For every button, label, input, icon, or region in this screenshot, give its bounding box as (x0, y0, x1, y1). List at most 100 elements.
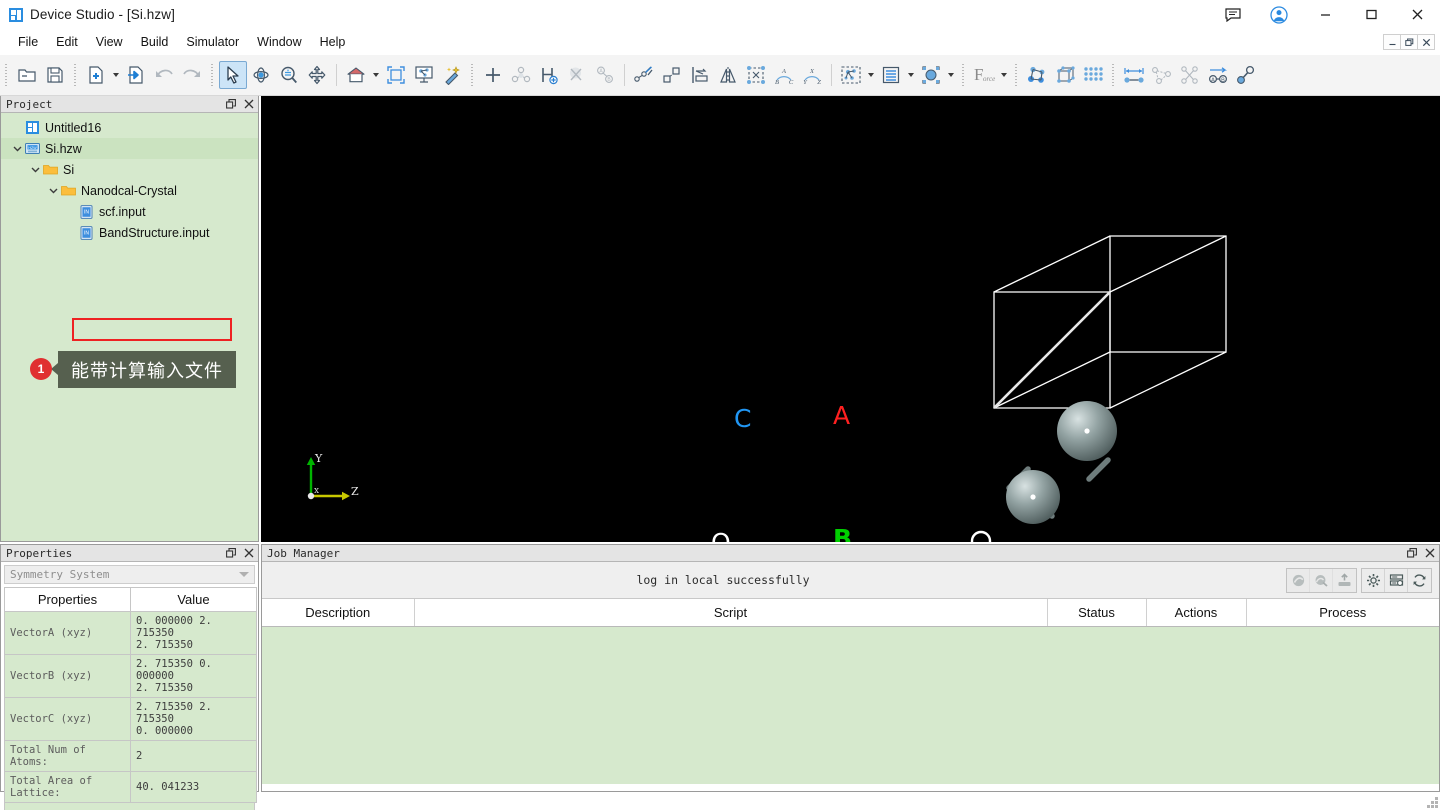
server-list-icon[interactable] (1385, 569, 1408, 592)
tree-item-bandstructure-input[interactable]: IN BandStructure.input (1, 222, 258, 243)
tree-item-si-hzw[interactable]: HZW Si.hzw (1, 138, 258, 159)
align-icon[interactable] (686, 61, 714, 89)
undo-icon[interactable] (150, 61, 178, 89)
disconnect-remote-icon[interactable] (1310, 569, 1333, 592)
toolbar-grip[interactable] (959, 62, 968, 88)
structure-viewport[interactable]: C A B O Y Z x (261, 96, 1440, 542)
select-arrow-icon[interactable] (219, 61, 247, 89)
measure-dihedral-icon[interactable] (1176, 61, 1204, 89)
feedback-icon[interactable] (1210, 0, 1256, 29)
menu-item-file[interactable]: File (9, 32, 47, 52)
tree-twisty[interactable] (9, 117, 25, 138)
toolbar-grip[interactable] (1012, 62, 1021, 88)
force-field-dropdown-arrow[interactable] (998, 61, 1010, 89)
close-icon[interactable] (243, 547, 255, 559)
translate-icon[interactable] (658, 61, 686, 89)
atom-style-dropdown-arrow[interactable] (945, 61, 957, 89)
tree-twisty[interactable] (9, 138, 25, 159)
zoom-view-icon[interactable] (275, 61, 303, 89)
close-button[interactable] (1394, 0, 1440, 29)
connect-remote-icon[interactable] (1287, 569, 1310, 592)
tree-twisty[interactable] (45, 180, 61, 201)
mdi-restore-button[interactable] (1400, 34, 1418, 50)
ab-vector-icon[interactable]: AB (1204, 61, 1232, 89)
cluster-icon[interactable] (1023, 61, 1051, 89)
force-field-icon[interactable]: Force (970, 61, 998, 89)
column-description[interactable]: Description (262, 599, 414, 626)
fit-selection-icon[interactable] (382, 61, 410, 89)
symmetry-system-select[interactable]: Symmetry System (4, 565, 255, 584)
toolbar-grip[interactable] (2, 62, 11, 88)
open-folder-icon[interactable] (13, 61, 41, 89)
tree-item-si[interactable]: Si (1, 159, 258, 180)
layers-dropdown-arrow[interactable] (905, 61, 917, 89)
layers-icon[interactable] (877, 61, 905, 89)
menu-item-simulator[interactable]: Simulator (177, 32, 248, 52)
job-table-body[interactable] (262, 627, 1439, 784)
settings-gear-icon[interactable] (1362, 569, 1385, 592)
account-icon[interactable] (1256, 0, 1302, 29)
pan-view-icon[interactable] (303, 61, 331, 89)
table-row[interactable]: VectorC (xyz) 2. 715350 2. 715350 0. 000… (5, 698, 257, 741)
rotate-view-icon[interactable] (247, 61, 275, 89)
change-element-icon[interactable]: AB (591, 61, 619, 89)
minimize-button[interactable] (1302, 0, 1348, 29)
mdi-close-button[interactable] (1417, 34, 1435, 50)
measure-distance-icon[interactable] (1120, 61, 1148, 89)
menu-item-edit[interactable]: Edit (47, 32, 87, 52)
dihedral-xyz-icon[interactable]: XYZ (798, 61, 826, 89)
supercell-icon[interactable] (1079, 61, 1107, 89)
table-row[interactable]: Total Num of Atoms: 2 (5, 741, 257, 772)
toolbar-grip[interactable] (208, 62, 217, 88)
undock-icon[interactable] (225, 98, 237, 110)
menu-item-build[interactable]: Build (132, 32, 178, 52)
undock-icon[interactable] (1406, 547, 1418, 559)
structure-group-dropdown-arrow[interactable] (865, 61, 877, 89)
new-file-icon[interactable] (82, 61, 110, 89)
toolbar-grip[interactable] (468, 62, 477, 88)
menu-item-view[interactable]: View (87, 32, 132, 52)
save-icon[interactable] (41, 61, 69, 89)
close-icon[interactable] (1424, 547, 1436, 559)
angle-abc-icon[interactable]: ABC (770, 61, 798, 89)
menu-item-help[interactable]: Help (311, 32, 355, 52)
molecule-view-icon[interactable] (410, 61, 438, 89)
tree-item-untitled16[interactable]: Untitled16 (1, 117, 258, 138)
table-row[interactable]: VectorB (xyz) 2. 715350 0. 000000 2. 715… (5, 655, 257, 698)
magic-wand-icon[interactable] (438, 61, 466, 89)
toolbar-grip[interactable] (1109, 62, 1118, 88)
tree-item-scf-input[interactable]: IN scf.input (1, 201, 258, 222)
atom-style-icon[interactable] (917, 61, 945, 89)
tree-item-nanodcal-crystal[interactable]: Nanodcal-Crystal (1, 180, 258, 201)
upload-job-icon[interactable] (1333, 569, 1356, 592)
menu-item-window[interactable]: Window (248, 32, 310, 52)
cut-bond-icon[interactable] (630, 61, 658, 89)
delete-atom-icon[interactable] (563, 61, 591, 89)
add-hydrogen-icon[interactable] (535, 61, 563, 89)
column-process[interactable]: Process (1246, 599, 1439, 626)
close-icon[interactable] (243, 98, 255, 110)
tree-twisty[interactable] (27, 159, 43, 180)
new-file-dropdown-arrow[interactable] (110, 61, 122, 89)
home-view-dropdown-arrow[interactable] (370, 61, 382, 89)
structure-group-icon[interactable] (837, 61, 865, 89)
table-row[interactable]: VectorA (xyz) 0. 000000 2. 715350 2. 715… (5, 612, 257, 655)
resize-grip[interactable] (1425, 795, 1438, 808)
mirror-icon[interactable] (714, 61, 742, 89)
crystal-cell-icon[interactable] (1051, 61, 1079, 89)
redo-icon[interactable] (178, 61, 206, 89)
home-view-icon[interactable] (342, 61, 370, 89)
add-bond-icon[interactable] (507, 61, 535, 89)
measure-angle-icon[interactable] (1148, 61, 1176, 89)
column-status[interactable]: Status (1047, 599, 1146, 626)
refresh-icon[interactable] (1408, 569, 1431, 592)
column-script[interactable]: Script (414, 599, 1047, 626)
import-icon[interactable] (122, 61, 150, 89)
scale-box-icon[interactable] (742, 61, 770, 89)
add-atom-icon[interactable] (479, 61, 507, 89)
table-row[interactable]: Total Area of Lattice: 40. 041233 (5, 772, 257, 803)
mdi-minimize-button[interactable] (1383, 34, 1401, 50)
column-actions[interactable]: Actions (1146, 599, 1246, 626)
undock-icon[interactable] (225, 547, 237, 559)
maximize-button[interactable] (1348, 0, 1394, 29)
